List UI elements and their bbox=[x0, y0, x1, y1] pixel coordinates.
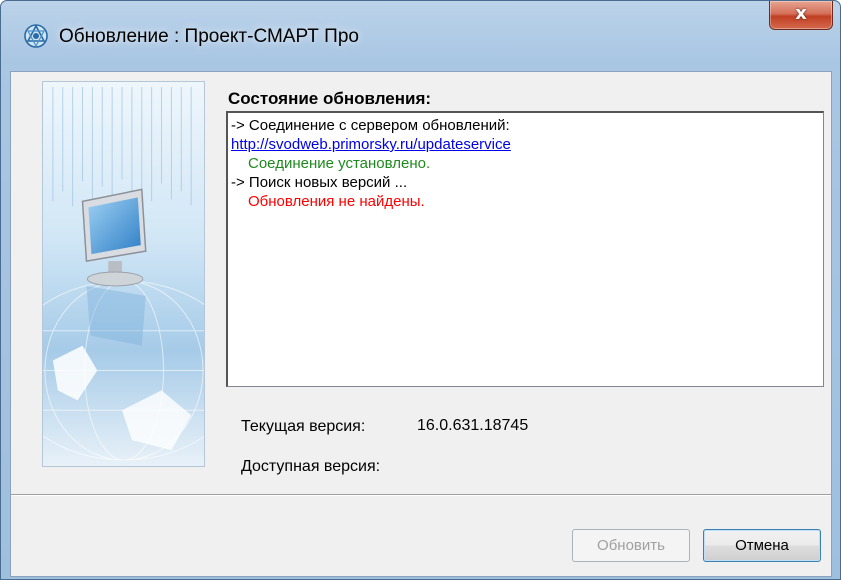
close-button[interactable]: x bbox=[769, 1, 833, 30]
current-version-label: Текущая версия: bbox=[241, 418, 366, 435]
update-banner-image bbox=[42, 81, 205, 467]
update-button[interactable]: Обновить bbox=[572, 529, 690, 562]
update-log-textbox[interactable]: -> Соединение с сервером обновлений: htt… bbox=[226, 111, 824, 387]
log-line-searching: -> Поиск новых версий ... bbox=[231, 174, 408, 191]
dialog-client-area: Состояние обновления: -> Соединение с се… bbox=[10, 71, 832, 577]
update-status-heading: Состояние обновления: bbox=[228, 89, 432, 108]
globe-update-icon bbox=[24, 24, 48, 48]
log-line-server-url[interactable]: http://svodweb.primorsky.ru/updateservic… bbox=[231, 135, 820, 154]
available-version-label: Доступная версия: bbox=[241, 458, 381, 475]
cancel-button[interactable]: Отмена bbox=[703, 529, 821, 562]
log-line-connecting: -> Соединение с сервером обновлений: bbox=[231, 117, 510, 134]
footer-separator bbox=[11, 494, 831, 496]
title-bar[interactable]: Обновление : Проект-СМАРТ Про x bbox=[1, 1, 840, 71]
log-line-not-found: Обновления не найдены. bbox=[248, 193, 425, 210]
window-title: Обновление : Проект-СМАРТ Про bbox=[59, 26, 359, 47]
update-dialog-window: Обновление : Проект-СМАРТ Про x Состояни… bbox=[0, 0, 841, 580]
log-line-connected: Соединение установлено. bbox=[248, 155, 431, 172]
close-icon: x bbox=[795, 3, 807, 24]
current-version-value: 16.0.631.18745 bbox=[417, 417, 529, 434]
